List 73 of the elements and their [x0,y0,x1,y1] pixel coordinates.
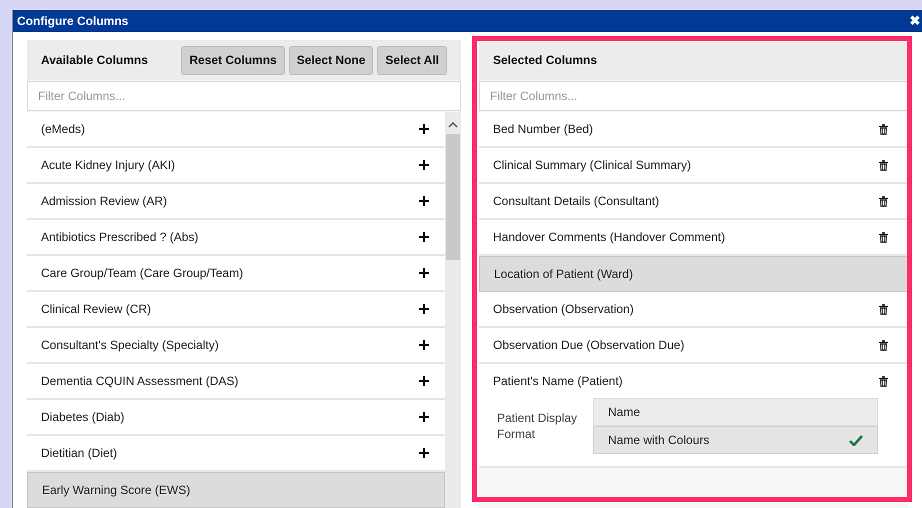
trash-icon[interactable] [879,376,888,386]
filter-field[interactable]: Filter Columns... [479,81,908,111]
column-item[interactable]: Dietitian (Diet) [27,436,445,472]
column-item[interactable]: Patient's Name (Patient) Patient Display Format Name Name with Colours [479,364,908,468]
option-label: Name with Colours [608,433,710,447]
column-item[interactable]: Observation Due (Observation Due) [479,328,908,364]
column-label: Admission Review (AR) [41,194,168,208]
scroll-up-icon[interactable] [448,122,458,128]
toolbar-button[interactable]: Select All [377,46,447,74]
option-label: Name [608,405,640,419]
column-item[interactable]: Handover Comments (Handover Comment) [479,220,908,256]
column-label: Observation Due (Observation Due) [493,338,684,352]
trash-icon[interactable] [879,232,888,242]
filter-field[interactable]: Filter Columns... [27,81,461,111]
column-item[interactable]: Admission Review (AR) [27,184,445,220]
format-option[interactable]: Name with Colours [593,426,878,454]
column-label: Care Group/Team (Care Group/Team) [41,266,244,280]
column-item[interactable]: Early Warning Score (EWS) [27,472,445,508]
column-item[interactable]: (eMeds) [27,112,445,148]
plus-icon[interactable] [419,304,429,314]
column-item[interactable]: Acute Kidney Injury (AKI) [27,148,445,184]
trash-icon[interactable] [879,196,888,206]
column-item[interactable]: Care Group/Team (Care Group/Team) [27,256,445,292]
trash-icon[interactable] [879,340,888,350]
scrollbar[interactable] [445,112,461,508]
column-label: Clinical Summary (Clinical Summary) [493,158,692,172]
plus-icon[interactable] [419,196,429,206]
column-label: Patient's Name (Patient) [493,374,623,388]
column-label: Dietitian (Diet) [41,446,118,460]
plus-icon[interactable] [419,124,429,134]
column-item[interactable]: Diabetes (Diab) [27,400,445,436]
column-item[interactable]: Observation (Observation) [479,292,908,328]
column-item[interactable]: Clinical Summary (Clinical Summary) [479,148,908,184]
column-item[interactable]: Consultant's Specialty (Specialty) [27,328,445,364]
plus-icon[interactable] [419,160,429,170]
column-item[interactable]: Location of Patient (Ward) [479,256,908,292]
trash-icon[interactable] [879,160,888,170]
plus-icon[interactable] [419,268,429,278]
column-label: (eMeds) [41,122,86,136]
window-title: Configure Columns [17,14,128,28]
trash-icon[interactable] [879,304,888,314]
toolbar-button[interactable]: Select None [288,46,374,74]
close-button[interactable]: ✖ [908,14,922,28]
column-item[interactable]: Consultant Details (Consultant) [479,184,908,220]
plus-icon[interactable] [419,376,429,386]
column-label: Clinical Review (CR) [41,302,152,316]
column-label: Observation (Observation) [493,302,634,316]
plus-icon[interactable] [419,232,429,242]
format-option[interactable]: Name [593,398,878,426]
column-label: Acute Kidney Injury (AKI) [41,158,176,172]
column-label: Dementia CQUIN Assessment (DAS) [41,374,238,388]
format-label: Patient Display Format [497,410,578,442]
trash-icon[interactable] [879,124,888,134]
column-label: Handover Comments (Handover Comment) [493,230,726,244]
column-item[interactable]: Dementia CQUIN Assessment (DAS) [27,364,445,400]
column-item[interactable]: Clinical Review (CR) [27,292,445,328]
plus-icon[interactable] [419,448,429,458]
toolbar-button[interactable]: Reset Columns [181,46,285,74]
panel-title: Available Columns [41,53,148,67]
column-label: Consultant's Specialty (Specialty) [41,338,219,352]
scrollbar-thumb[interactable] [446,134,460,260]
column-label: Antibiotics Prescribed ? (Abs) [41,230,198,244]
plus-icon[interactable] [419,340,429,350]
column-label: Location of Patient (Ward) [494,267,633,281]
column-label: Diabetes (Diab) [41,410,124,424]
panel-title: Selected Columns [493,53,598,67]
plus-icon[interactable] [419,412,429,422]
column-label: Bed Number (Bed) [493,122,594,136]
column-label: Consultant Details (Consultant) [493,194,660,208]
check-icon [849,434,863,446]
column-item[interactable]: Bed Number (Bed) [479,112,908,148]
column-label: Early Warning Score (EWS) [42,483,190,497]
column-item[interactable]: Antibiotics Prescribed ? (Abs) [27,220,445,256]
